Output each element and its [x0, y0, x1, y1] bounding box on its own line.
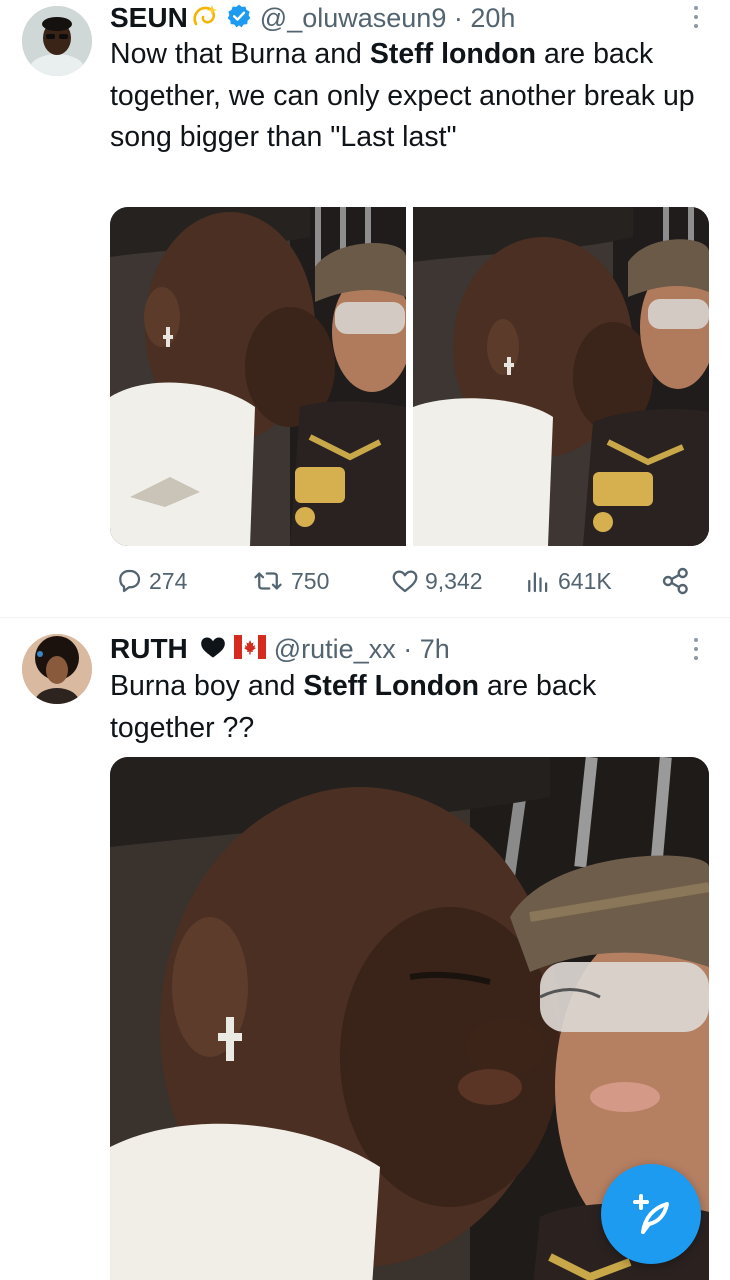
like-button[interactable]: 9,342: [390, 563, 483, 599]
retweet-icon: [254, 572, 282, 590]
heart-icon: [198, 634, 228, 665]
author-handle[interactable]: @_oluwaseun9 · 20h: [260, 3, 516, 34]
views-icon: [528, 572, 548, 593]
like-icon: [392, 570, 418, 593]
reply-icon: [119, 569, 141, 593]
author-name[interactable]: SEUN: [110, 2, 188, 34]
verified-badge-icon: [226, 3, 252, 34]
media-image[interactable]: [110, 207, 406, 546]
reply-button[interactable]: 274: [114, 563, 187, 599]
share-button[interactable]: [660, 563, 697, 599]
retweet-count: 750: [291, 567, 330, 594]
author-name[interactable]: RUTH: [110, 633, 188, 665]
compose-tweet-button[interactable]: [601, 1164, 701, 1264]
views-button[interactable]: 641K: [523, 563, 612, 599]
more-options-icon[interactable]: [692, 638, 700, 664]
reply-count: 274: [149, 567, 188, 594]
retweet-button[interactable]: 750: [250, 563, 329, 599]
tweet-header: SEUN @_oluwaseun9 · 20h: [110, 0, 515, 36]
tweet[interactable]: SEUN @_oluwaseun9 · 20h Now that Burna a…: [0, 0, 730, 618]
dizzy-emoji-icon: [190, 2, 220, 35]
avatar[interactable]: [22, 634, 92, 704]
compose-tweet-icon: [633, 1194, 669, 1234]
media-image[interactable]: [413, 207, 709, 546]
tweet-actions: 274 750 9,342 641K: [110, 563, 710, 599]
more-options-icon[interactable]: [692, 6, 700, 32]
tweet-text: Now that Burna and Steff london are back…: [110, 38, 695, 153]
tweet-media[interactable]: [110, 207, 709, 546]
share-icon: [662, 567, 688, 595]
author-handle[interactable]: @rutie_xx · 7h: [274, 634, 450, 665]
tweet-header: RUTH @rutie_xx · 7h: [110, 631, 450, 667]
like-count: 9,342: [425, 567, 483, 594]
views-count: 641K: [558, 567, 612, 594]
canada-flag-icon: [233, 634, 266, 664]
tweet-text: Burna boy and Steff London are back toge…: [110, 670, 597, 744]
avatar[interactable]: [22, 6, 92, 76]
